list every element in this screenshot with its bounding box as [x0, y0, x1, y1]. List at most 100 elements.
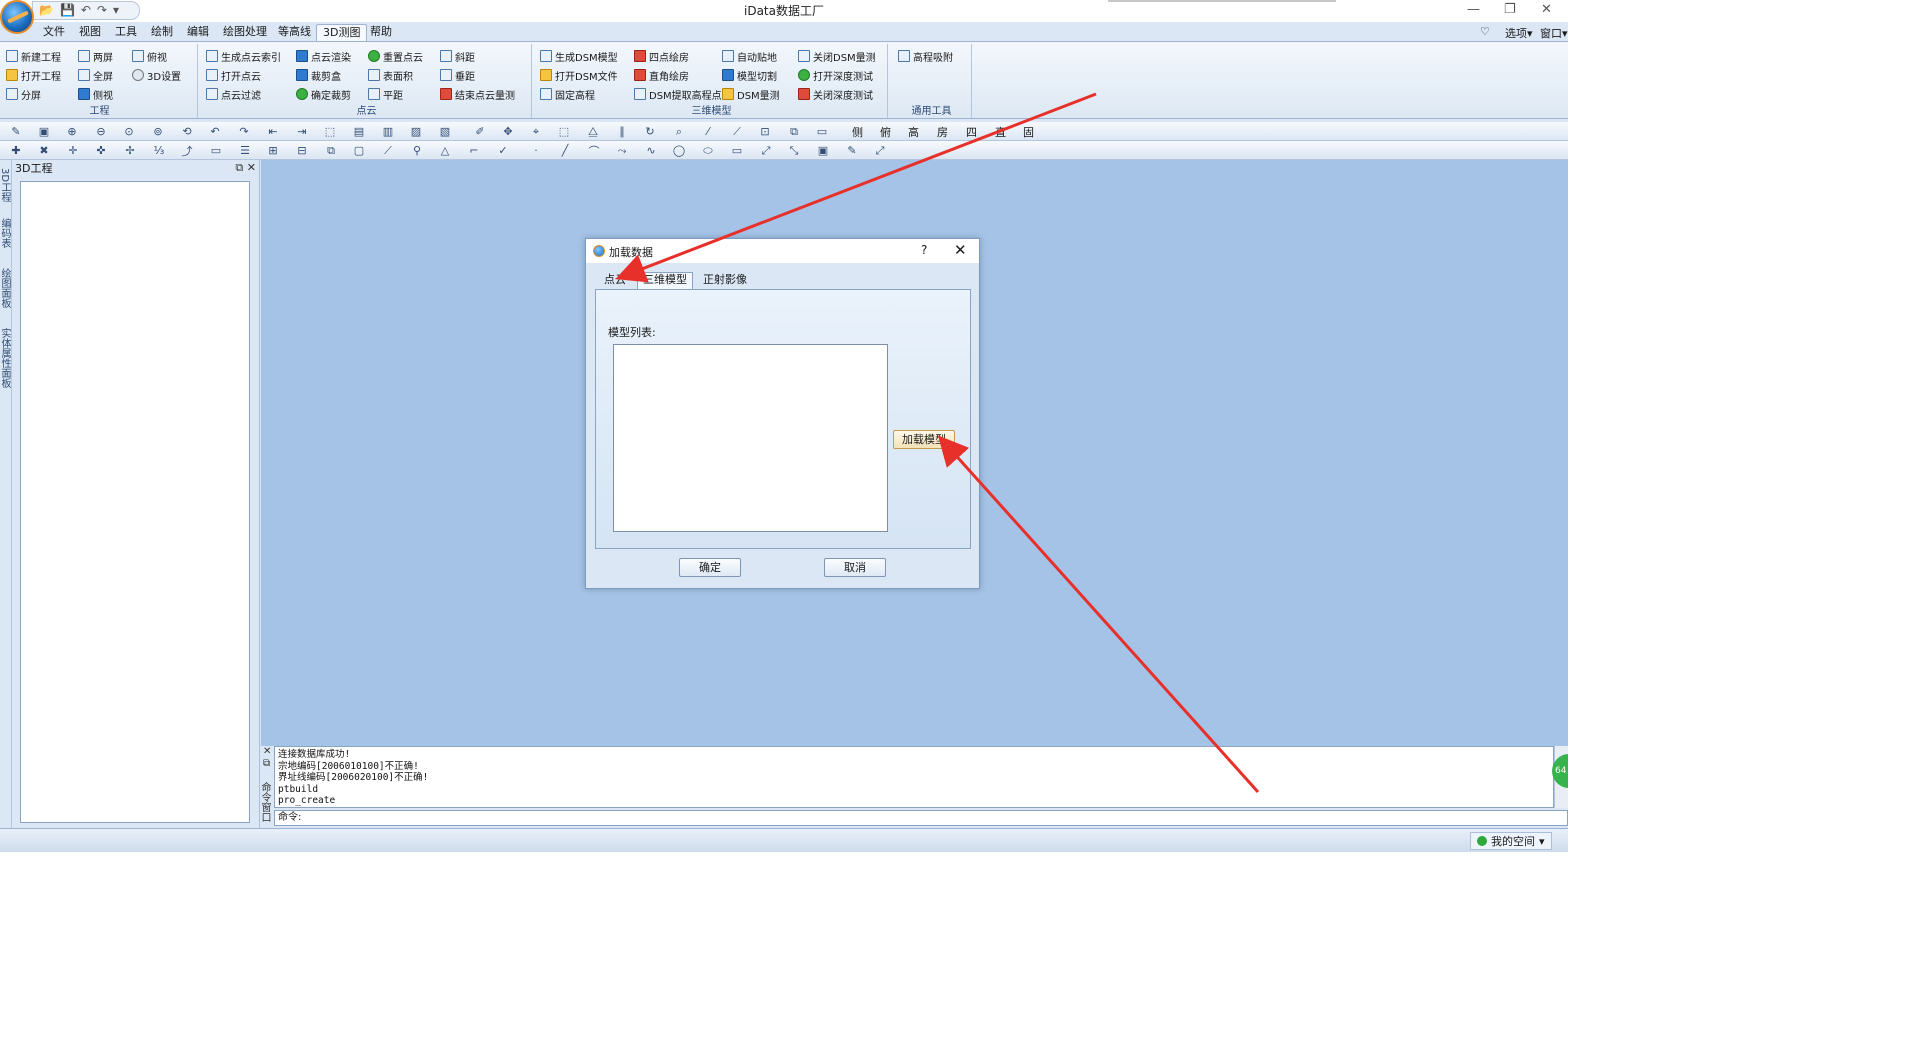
import-icon[interactable]: ⇤	[266, 125, 280, 138]
load-model-button[interactable]: 加载模型	[893, 430, 955, 449]
generate-dsm-model-button[interactable]: 生成DSM模型	[540, 48, 618, 64]
export-icon[interactable]: ⇥	[295, 125, 309, 138]
vertical-distance-button[interactable]: 垂距	[440, 67, 475, 83]
redo-icon[interactable]: ↷	[97, 2, 107, 19]
menu-tab-drawing-process[interactable]: 绘图处理	[217, 24, 273, 41]
menu-tab-view[interactable]: 视图	[73, 24, 107, 41]
search-icon[interactable]: ⌕	[672, 125, 686, 138]
restore-button[interactable]: ❐	[1504, 2, 1516, 17]
select-icon[interactable]: ⬚	[323, 125, 337, 138]
curve-icon[interactable]: ∿	[644, 144, 658, 157]
menu-tab-help[interactable]: 帮助	[364, 24, 398, 41]
menu-tab-file[interactable]: 文件	[37, 24, 71, 41]
3d-settings-button[interactable]: 3D设置	[132, 67, 181, 83]
horizontal-distance-button[interactable]: 平距	[368, 86, 403, 102]
auto-snap-ground-button[interactable]: 自动贴地	[722, 48, 777, 64]
draw-line-icon[interactable]: ⟋	[381, 144, 395, 157]
toolbar-char-house[interactable]: 房	[937, 124, 948, 140]
undo-icon[interactable]: ↶	[81, 2, 91, 19]
end-pointcloud-measure-button[interactable]: 结束点云量测	[440, 86, 515, 102]
menu-tab-3d-mapping[interactable]: 3D测图	[316, 24, 368, 41]
four-point-house-button[interactable]: 四点绘房	[634, 48, 689, 64]
model-cut-button[interactable]: 模型切割	[722, 67, 777, 83]
copy-icon[interactable]: ⧉	[324, 144, 338, 157]
project-tree[interactable]	[20, 181, 250, 823]
model-list[interactable]	[613, 344, 888, 532]
grid-icon[interactable]: ⊟	[295, 144, 309, 157]
fixed-elevation-button[interactable]: 固定高程	[540, 86, 595, 102]
mirror-icon[interactable]: ⧋	[586, 125, 600, 138]
cancel-button[interactable]: 取消	[824, 558, 886, 577]
close-button[interactable]: ✕	[1541, 2, 1552, 17]
rectangle-icon[interactable]: ▭	[730, 144, 744, 157]
close-panel-icon[interactable]: ✕	[247, 161, 256, 174]
open-pointcloud-button[interactable]: 打开点云	[206, 67, 261, 83]
point-icon[interactable]: ·	[529, 144, 543, 157]
minimize-button[interactable]: —	[1467, 2, 1480, 17]
confirm-crop-button[interactable]: 确定裁剪	[296, 86, 351, 102]
snap-nearest-icon[interactable]: ✢	[123, 144, 137, 157]
move-icon[interactable]: ✥	[501, 125, 515, 138]
rotate-view-icon[interactable]: ⟲	[180, 125, 194, 138]
add-vertex-icon[interactable]: ✚	[9, 144, 23, 157]
side-tab-code-table[interactable]: 编码表	[0, 218, 12, 248]
offset-icon[interactable]: ⤴	[180, 144, 194, 158]
dual-screen-button[interactable]: 两屏	[78, 48, 113, 64]
generate-pointcloud-index-button[interactable]: 生成点云索引	[206, 48, 281, 64]
options-menu[interactable]: 选项▾	[1505, 25, 1533, 41]
insert-icon[interactable]: ⊞	[266, 144, 280, 157]
circle-icon[interactable]: ◯	[672, 144, 686, 157]
redo-icon[interactable]: ↷	[237, 125, 251, 138]
undo-icon[interactable]: ↶	[208, 125, 222, 138]
dimension-icon[interactable]: ⤢	[759, 144, 773, 157]
open-project-button[interactable]: 打开工程	[6, 67, 61, 83]
arc-icon[interactable]: ⌒	[587, 144, 601, 158]
side-tab-drawing-panel[interactable]: 绘图面板	[0, 268, 12, 308]
dialog-tab-orthophoto[interactable]: 正射影像	[698, 273, 752, 289]
pin-icon[interactable]: ⚲	[410, 144, 424, 157]
hatch-alt-icon[interactable]: ▧	[438, 125, 452, 138]
command-input[interactable]: 命令:	[274, 810, 1568, 826]
close-depth-test-button[interactable]: 关闭深度测试	[798, 86, 873, 102]
node-edit-icon[interactable]: ⌖	[529, 125, 543, 138]
toolbar-char-four[interactable]: 四	[966, 124, 977, 140]
menu-tab-contour[interactable]: 等高线	[272, 24, 317, 41]
dialog-tab-3d-model[interactable]: 三维模型	[637, 272, 693, 290]
slope-distance-button[interactable]: 斜距	[440, 48, 475, 64]
qat-more-icon[interactable]: ▾	[113, 2, 119, 19]
scale-icon[interactable]: ⧉	[787, 125, 801, 138]
connect-icon[interactable]: ⌐	[467, 144, 481, 157]
open-dsm-file-button[interactable]: 打开DSM文件	[540, 67, 618, 83]
check-icon[interactable]: ✓	[496, 144, 510, 157]
save-icon[interactable]: 💾	[60, 2, 75, 19]
block-icon[interactable]: ▣	[816, 144, 830, 157]
toolbar-char-height[interactable]: 高	[908, 124, 919, 140]
dialog-help-button[interactable]: ?	[921, 243, 927, 257]
dialog-tab-point-cloud[interactable]: 点云	[599, 273, 631, 289]
toolbar-char-side[interactable]: 侧	[852, 124, 863, 140]
reset-pointcloud-button[interactable]: 重置点云	[368, 48, 423, 64]
toolbar-char-fixed[interactable]: 固	[1023, 124, 1034, 140]
close-command-icon[interactable]: ✕	[263, 746, 271, 757]
zoom-all-icon[interactable]: ⊚	[151, 125, 165, 138]
edit-pen-icon[interactable]: ✎	[845, 144, 859, 157]
dsm-extract-elevation-button[interactable]: DSM提取高程点	[634, 86, 722, 102]
open-icon[interactable]: 📂	[39, 2, 54, 19]
zoom-out-icon[interactable]: ⊖	[94, 125, 108, 138]
app-logo-icon[interactable]	[0, 0, 34, 34]
side-tab-3d-project[interactable]: 3D工程	[0, 168, 12, 202]
layer-icon[interactable]: ▤	[352, 125, 366, 138]
polyline-icon[interactable]: ⤳	[615, 144, 629, 157]
hatch-icon[interactable]: ▨	[409, 125, 423, 138]
my-space-button[interactable]: 我的空间 ▾	[1470, 832, 1552, 850]
frame-icon[interactable]: ▢	[352, 144, 366, 157]
favorites-icon[interactable]: ♡	[1480, 25, 1490, 38]
spline-icon[interactable]: ⤡	[787, 144, 801, 157]
menu-tab-draw[interactable]: 绘制	[145, 24, 179, 41]
snap-vertex-icon[interactable]: ✛	[66, 144, 80, 157]
close-dsm-measure-button[interactable]: 关闭DSM量测	[798, 48, 876, 64]
right-angle-house-button[interactable]: 直角绘房	[634, 67, 689, 83]
measure-line-icon[interactable]: ⤢	[873, 144, 887, 157]
elevation-snap-button[interactable]: 高程吸附	[898, 48, 953, 64]
pointcloud-render-button[interactable]: 点云渲染	[296, 48, 351, 64]
